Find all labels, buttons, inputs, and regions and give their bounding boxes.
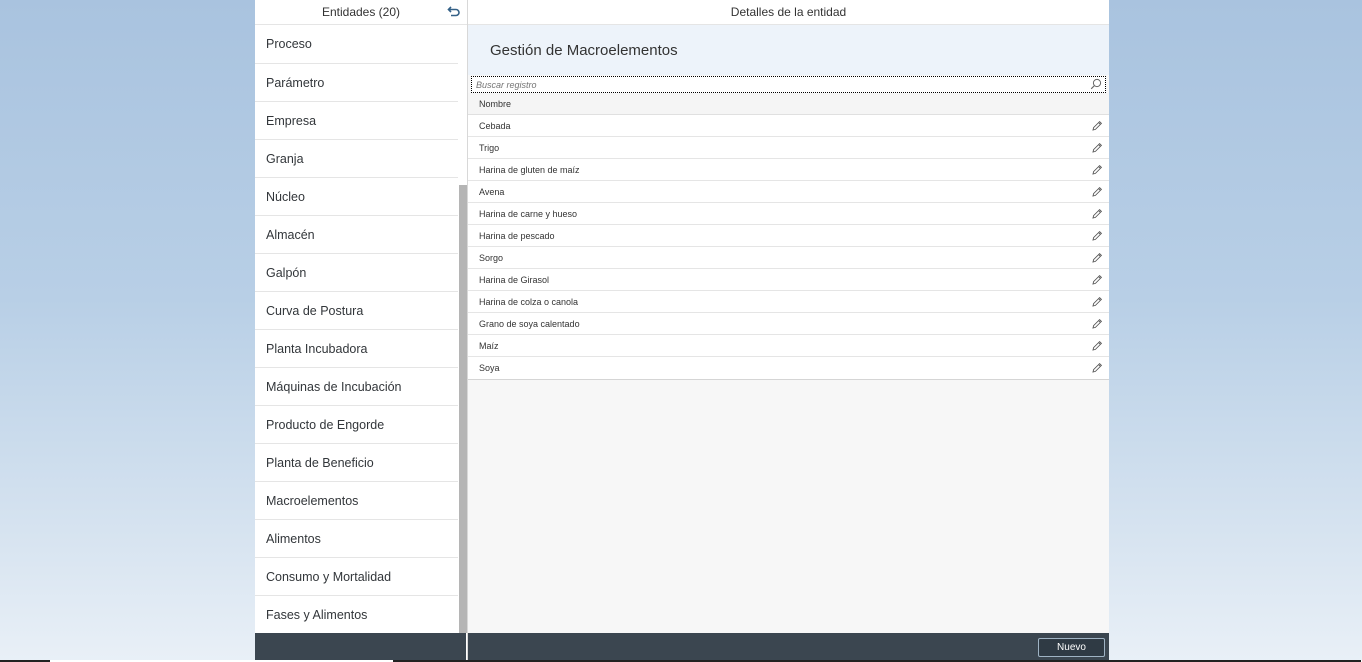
object-title: Gestión de Macroelementos <box>490 41 678 59</box>
master-list-item[interactable]: Alimentos <box>255 520 458 558</box>
master-list-item[interactable]: Producto de Engorde <box>255 406 458 444</box>
table-cell-name: Cebada <box>479 120 511 131</box>
search-icon[interactable] <box>1090 78 1102 90</box>
master-scrollbar[interactable] <box>459 185 467 633</box>
detail-body <box>468 380 1109 633</box>
master-footer <box>255 633 467 662</box>
detail-pane: Detalles de la entidad Gestión de Macroe… <box>468 0 1109 662</box>
master-list-item-label: Granja <box>266 151 304 166</box>
detail-footer: Nuevo <box>468 633 1109 662</box>
table-row[interactable]: Harina de Girasol <box>468 269 1109 291</box>
master-list-item-label: Parámetro <box>266 75 325 90</box>
table-row[interactable]: Harina de gluten de maíz <box>468 159 1109 181</box>
pencil-icon[interactable] <box>1091 142 1103 154</box>
pencil-icon[interactable] <box>1091 340 1103 352</box>
table-cell-name: Avena <box>479 186 505 197</box>
table-row[interactable]: Sorgo <box>468 247 1109 269</box>
pencil-icon[interactable] <box>1091 362 1103 374</box>
search-row <box>468 75 1109 93</box>
table-cell-name: Harina de pescado <box>479 230 555 241</box>
table-row[interactable]: Cebada <box>468 115 1109 137</box>
detail-title: Detalles de la entidad <box>730 5 847 19</box>
master-list-item[interactable]: Galpón <box>255 254 458 292</box>
master-list-item-label: Planta de Beneficio <box>266 455 374 470</box>
master-list-item-label: Macroelementos <box>266 493 359 508</box>
master-list-item-label: Fases y Alimentos <box>266 607 368 622</box>
pencil-icon[interactable] <box>1091 252 1103 264</box>
master-list-item[interactable]: Fases y Alimentos <box>255 596 458 633</box>
table-row[interactable]: Maíz <box>468 335 1109 357</box>
table-row[interactable]: Harina de carne y hueso <box>468 203 1109 225</box>
master-list-item[interactable]: Máquinas de Incubación <box>255 368 458 406</box>
master-list-item[interactable]: Núcleo <box>255 178 458 216</box>
table-cell-name: Grano de soya calentado <box>479 318 580 329</box>
table-row[interactable]: Harina de pescado <box>468 225 1109 247</box>
master-list-item-label: Núcleo <box>266 189 305 204</box>
master-list-item[interactable]: Macroelementos <box>255 482 458 520</box>
table-row[interactable]: Grano de soya calentado <box>468 313 1109 335</box>
master-list-item-label: Almacén <box>266 227 315 242</box>
pencil-icon[interactable] <box>1091 230 1103 242</box>
table-row[interactable]: Soya <box>468 357 1109 379</box>
search-field <box>471 76 1106 93</box>
table-cell-name: Harina de gluten de maíz <box>479 164 580 175</box>
master-list-item-label: Empresa <box>266 113 317 128</box>
master-list-item[interactable]: Almacén <box>255 216 458 254</box>
table-cell-name: Harina de colza o canola <box>479 296 579 307</box>
pencil-icon[interactable] <box>1091 164 1103 176</box>
pencil-icon[interactable] <box>1091 296 1103 308</box>
pencil-icon[interactable] <box>1091 318 1103 330</box>
records-table: Nombre Cebada Trigo Harina de gluten de ma… <box>468 93 1109 380</box>
master-list-item-label: Curva de Postura <box>266 303 364 318</box>
table-cell-name: Maíz <box>479 340 499 351</box>
master-list-item-label: Alimentos <box>266 531 321 546</box>
master-list-item[interactable]: Parámetro <box>255 64 458 102</box>
table-cell-name: Harina de Girasol <box>479 274 550 285</box>
master-list-item[interactable]: Proceso <box>255 25 458 64</box>
master-header: Entidades (20) <box>255 0 467 25</box>
table-cell-name: Harina de carne y hueso <box>479 208 578 219</box>
master-list-item-label: Galpón <box>266 265 307 280</box>
column-header-name: Nombre <box>479 98 512 109</box>
master-list: Proceso Parámetro Empresa Granja Núcleo Almac… <box>255 25 467 633</box>
master-list-item-label: Máquinas de Incubación <box>266 379 402 394</box>
master-list-item[interactable]: Consumo y Mortalidad <box>255 558 458 596</box>
table-cell-name: Soya <box>479 363 500 373</box>
table-row[interactable]: Harina de colza o canola <box>468 291 1109 313</box>
search-input[interactable] <box>472 77 1105 92</box>
master-list-item-label: Planta Incubadora <box>266 341 368 356</box>
app-shell: Entidades (20) Proceso Parámetro Empresa Gr… <box>255 0 1109 662</box>
master-list-item[interactable]: Granja <box>255 140 458 178</box>
master-list-item-label: Producto de Engorde <box>266 417 385 432</box>
pencil-icon[interactable] <box>1091 120 1103 132</box>
pencil-icon[interactable] <box>1091 186 1103 198</box>
table-header: Nombre <box>468 93 1109 115</box>
master-list-item[interactable]: Empresa <box>255 102 458 140</box>
new-button[interactable]: Nuevo <box>1038 638 1105 657</box>
master-list-item-label: Consumo y Mortalidad <box>266 569 392 584</box>
master-list-item[interactable]: Curva de Postura <box>255 292 458 330</box>
pencil-icon[interactable] <box>1091 208 1103 220</box>
master-title: Entidades (20) <box>321 5 401 19</box>
table-row[interactable]: Avena <box>468 181 1109 203</box>
back-arrow-icon-svg <box>447 6 460 17</box>
master-list-item[interactable]: Planta Incubadora <box>255 330 458 368</box>
back-arrow-icon[interactable] <box>447 4 461 18</box>
table-row[interactable]: Trigo <box>468 137 1109 159</box>
detail-header: Detalles de la entidad <box>468 0 1109 25</box>
master-list-item-label: Proceso <box>266 37 312 51</box>
master-list-item[interactable]: Planta de Beneficio <box>255 444 458 482</box>
table-cell-name: Trigo <box>479 142 500 153</box>
table-cell-name: Sorgo <box>479 252 504 263</box>
object-header: Gestión de Macroelementos <box>468 25 1109 75</box>
pencil-icon[interactable] <box>1091 274 1103 286</box>
master-pane: Entidades (20) Proceso Parámetro Empresa Gr… <box>255 0 468 662</box>
